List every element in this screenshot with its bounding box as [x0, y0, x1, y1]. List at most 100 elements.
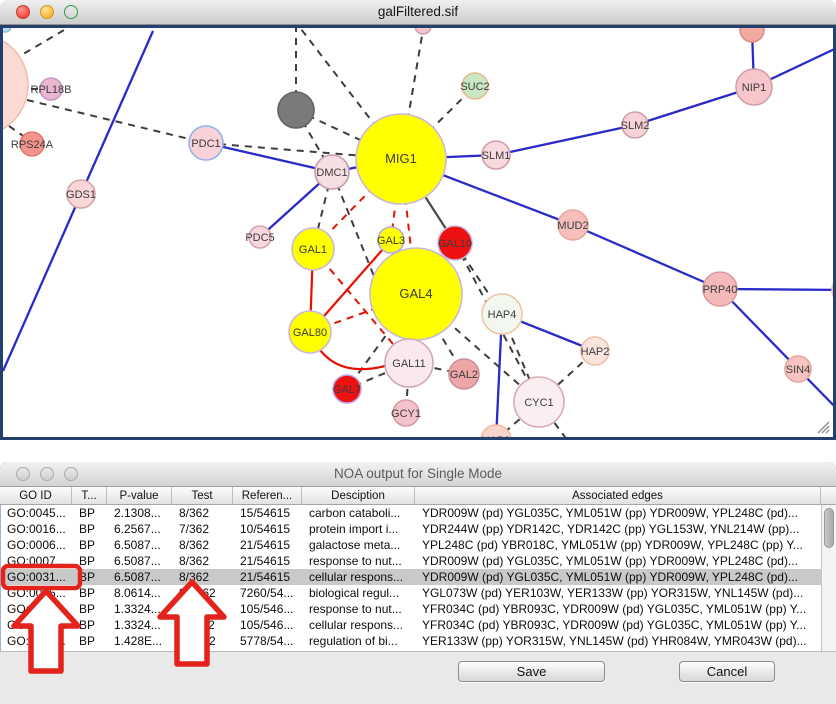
- noa-output-window: NOA output for Single Mode GO IDT...P-va…: [0, 462, 836, 704]
- node-label-GAL80: GAL80: [293, 327, 327, 339]
- table-cell: galactose meta...: [303, 537, 416, 553]
- table-cell: GO:0050...: [1, 633, 73, 649]
- table-cell: response to nut...: [303, 553, 416, 569]
- graph-edge-pp[interactable]: [573, 225, 720, 289]
- noa-footer: Save Cancel: [0, 651, 836, 704]
- table-row[interactable]: GO:0050...BP1.428E...80/3625778/54...reg…: [1, 633, 822, 649]
- vertical-scrollbar[interactable]: [821, 505, 836, 651]
- table-cell: cellular respons...: [303, 569, 416, 585]
- column-header-associated-edges[interactable]: Associated edges: [415, 487, 821, 505]
- table-cell: GO:0031...: [1, 617, 73, 633]
- table-cell: BP: [73, 521, 108, 537]
- node-top-node-2[interactable]: [740, 28, 764, 42]
- column-header-desciption[interactable]: Desciption: [302, 487, 415, 505]
- table-cell: 21/54615: [234, 569, 303, 585]
- table-row[interactable]: GO:0006...BP6.5087...8/36221/54615galact…: [1, 537, 822, 553]
- column-header-p-value[interactable]: P-value: [107, 487, 172, 505]
- table-cell: 1.428E...: [108, 633, 173, 649]
- node-label-RPS24A: RPS24A: [11, 139, 54, 151]
- column-header-go-id[interactable]: GO ID: [0, 487, 72, 505]
- table-cell: regulation of bi...: [303, 633, 416, 649]
- table-cell: 8/362: [173, 569, 234, 585]
- table-cell: 8/362: [173, 537, 234, 553]
- node-label-GDS1: GDS1: [66, 189, 96, 201]
- table-cell: response to nut...: [303, 601, 416, 617]
- table-cell: GO:0031...: [1, 569, 73, 585]
- network-graph: MIG1GAL4RPL18BRPS24AGDS1PDC1PDC5DMC1SUC2…: [3, 28, 833, 437]
- table-cell: YFR034C (pd) YBR093C, YDR009W (pd) YGL03…: [416, 601, 822, 617]
- table-cell: BP: [73, 585, 108, 601]
- graph-edge-pp[interactable]: [3, 194, 81, 371]
- graph-edge-pd[interactable]: [27, 100, 206, 143]
- table-cell: BP: [73, 617, 108, 633]
- table-cell: biological regul...: [303, 585, 416, 601]
- table-cell: YFR034C (pd) YBR093C, YDR009W (pd) YGL03…: [416, 617, 822, 633]
- node-label-GAL2: GAL2: [450, 369, 478, 381]
- node-label-DMC1: DMC1: [316, 167, 347, 179]
- table-cell: YDR009W (pd) YGL035C, YML051W (pp) YDR00…: [416, 505, 822, 521]
- table-cell: 6.5087...: [108, 553, 173, 569]
- table-cell: protein import i...: [303, 521, 416, 537]
- table-body: GO:0045...BP2.1308...8/36215/54615carbon…: [0, 505, 836, 651]
- scrollbar-thumb[interactable]: [824, 508, 834, 548]
- table-cell: BP: [73, 553, 108, 569]
- column-header-t-[interactable]: T...: [72, 487, 107, 505]
- node-label-HAP4: HAP4: [488, 309, 517, 321]
- node-label-MUD2: MUD2: [557, 220, 588, 232]
- node-label-SLM1: SLM1: [482, 150, 511, 162]
- screen: galFiltered.sif MIG1GAL4RPL18BRPS24AGDS1…: [0, 0, 836, 704]
- table-cell: GO:0065...: [1, 585, 73, 601]
- node-big-pink[interactable]: [3, 34, 28, 136]
- table-cell: YDR244W (pp) YDR142C, YDR142C (pp) YGL15…: [416, 521, 822, 537]
- table-row[interactable]: GO:0016...BP6.2567...7/36210/54615protei…: [1, 521, 822, 537]
- noa-window-titlebar[interactable]: NOA output for Single Mode: [0, 462, 836, 487]
- column-header-test[interactable]: Test: [172, 487, 233, 505]
- column-header-referen-[interactable]: Referen...: [233, 487, 302, 505]
- cancel-button[interactable]: Cancel: [679, 661, 775, 682]
- table-cell: BP: [73, 537, 108, 553]
- table-row[interactable]: GO:0045...BP2.1308...8/36215/54615carbon…: [1, 505, 822, 521]
- network-window: galFiltered.sif MIG1GAL4RPL18BRPS24AGDS1…: [0, 0, 836, 440]
- table-cell: YPL248C (pd) YBR018C, YML051W (pp) YDR00…: [416, 537, 822, 553]
- node-label-SIN4: SIN4: [786, 364, 810, 376]
- node-gray-node[interactable]: [278, 92, 314, 128]
- noa-window-title: NOA output for Single Mode: [0, 466, 836, 481]
- node-label-GAL7: GAL7: [333, 384, 361, 396]
- node-label-PDC5: PDC5: [245, 232, 274, 244]
- graph-edge-pp[interactable]: [206, 143, 332, 172]
- save-button[interactable]: Save: [458, 661, 605, 682]
- node-top-node-1[interactable]: [415, 28, 431, 34]
- network-canvas[interactable]: MIG1GAL4RPL18BRPS24AGDS1PDC1PDC5DMC1SUC2…: [0, 25, 836, 440]
- graph-edge-pp[interactable]: [496, 125, 635, 155]
- table-cell: BP: [73, 569, 108, 585]
- table-cell: BP: [73, 505, 108, 521]
- table-cell: 105/546...: [234, 617, 303, 633]
- table-cell: 11/362: [173, 617, 234, 633]
- node-label-HAP3: HAP3: [482, 435, 511, 437]
- table-row[interactable]: GO:0031...BP1.3324...11/362105/546...cel…: [1, 617, 822, 633]
- table-row[interactable]: GO:0007...BP6.5087...8/36221/54615respon…: [1, 553, 822, 569]
- table-cell: 6.2567...: [108, 521, 173, 537]
- network-window-titlebar[interactable]: galFiltered.sif: [0, 0, 836, 25]
- table-header: GO IDT...P-valueTestReferen...Desciption…: [0, 487, 836, 505]
- table-cell: 8/362: [173, 505, 234, 521]
- table-cell: GO:0045...: [1, 505, 73, 521]
- table-cell: cellular respons...: [303, 617, 416, 633]
- table-cell: YER133W (pp) YOR315W, YNL145W (pd) YHR08…: [416, 633, 822, 649]
- table-row[interactable]: GO:0065...BP8.0614...94/3627260/54...bio…: [1, 585, 822, 601]
- node-label-MIG1: MIG1: [385, 151, 417, 166]
- node-label-HAP2: HAP2: [581, 346, 610, 358]
- resize-grip[interactable]: [814, 418, 830, 434]
- table-row-selected[interactable]: GO:0031...BP6.5087...8/36221/54615cellul…: [1, 569, 822, 585]
- table-row[interactable]: GO:0031...BP1.3324...11/362105/546...res…: [1, 601, 822, 617]
- table-cell: GO:0007...: [1, 553, 73, 569]
- node-label-SLM2: SLM2: [621, 120, 650, 132]
- graph-edge-pd[interactable]: [13, 28, 88, 60]
- table-cell: 7/362: [173, 521, 234, 537]
- table-cell: 6.5087...: [108, 569, 173, 585]
- table-cell: YGL073W (pd) YER103W, YER133W (pp) YOR31…: [416, 585, 822, 601]
- graph-edge-pp[interactable]: [81, 31, 153, 194]
- table-cell: BP: [73, 601, 108, 617]
- node-topleft-sliver[interactable]: [3, 28, 11, 32]
- table-cell: 94/362: [173, 585, 234, 601]
